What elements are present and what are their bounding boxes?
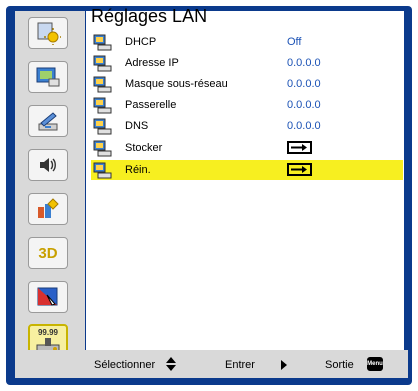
image-settings-icon[interactable] (28, 17, 68, 49)
select-label: Sélectionner (94, 359, 156, 371)
row-label: Passerelle (125, 99, 177, 111)
network-computer-icon (93, 97, 112, 114)
row-label: Stocker (125, 142, 163, 154)
menu-row-adresse-ip[interactable]: Adresse IP 0.0.0.0 (91, 53, 403, 73)
interactive-icon[interactable] (28, 281, 68, 313)
row-value: 0.0.0.0 (287, 57, 321, 69)
network-computer-icon (93, 34, 112, 51)
display-settings-icon[interactable] (28, 61, 68, 93)
menu-row-rein[interactable]: Réin. (91, 160, 403, 180)
network-address-label: 99.99 (37, 327, 59, 337)
up-down-arrow-icon (165, 356, 177, 377)
row-label: DHCP (125, 36, 157, 48)
setup-icon[interactable] (28, 105, 68, 137)
network-computer-icon (93, 118, 112, 135)
menu-key-icon: Menu (367, 357, 383, 371)
network-computer-icon (93, 162, 112, 179)
menu-row-dns[interactable]: DNS 0.0.0.0 (91, 116, 403, 136)
menu-key-label: Menu (367, 361, 383, 367)
enter-arrow-icon[interactable] (287, 141, 312, 154)
enter-arrow-icon[interactable] (287, 163, 312, 176)
options-icon[interactable] (28, 193, 68, 225)
right-arrow-icon (280, 358, 288, 376)
row-value: 0.0.0.0 (287, 120, 321, 132)
category-sidebar: 3D 99.99 (15, 11, 85, 358)
footer-bar: Sélectionner Entrer Sortie Menu (15, 350, 408, 378)
3d-label: 3D (38, 244, 58, 262)
row-value: 0.0.0.0 (287, 78, 321, 90)
volume-icon[interactable] (28, 149, 68, 181)
row-value: Off (287, 36, 302, 48)
menu-row-masque[interactable]: Masque sous-réseau 0.0.0.0 (91, 74, 403, 94)
enter-label: Entrer (225, 359, 255, 371)
network-computer-icon (93, 140, 112, 157)
row-label: DNS (125, 120, 149, 132)
menu-row-passerelle[interactable]: Passerelle 0.0.0.0 (91, 95, 403, 115)
network-computer-icon (93, 76, 112, 93)
exit-label: Sortie (325, 359, 354, 371)
row-label: Réin. (125, 164, 151, 176)
row-label: Masque sous-réseau (125, 78, 228, 90)
menu-row-dhcp[interactable]: DHCP Off (91, 32, 403, 52)
row-label: Adresse IP (125, 57, 179, 69)
network-computer-icon (93, 55, 112, 72)
3d-icon[interactable]: 3D (28, 237, 68, 269)
row-value: 0.0.0.0 (287, 99, 321, 111)
page-title: Réglages LAN (91, 6, 208, 26)
menu-row-stocker[interactable]: Stocker (91, 138, 403, 158)
